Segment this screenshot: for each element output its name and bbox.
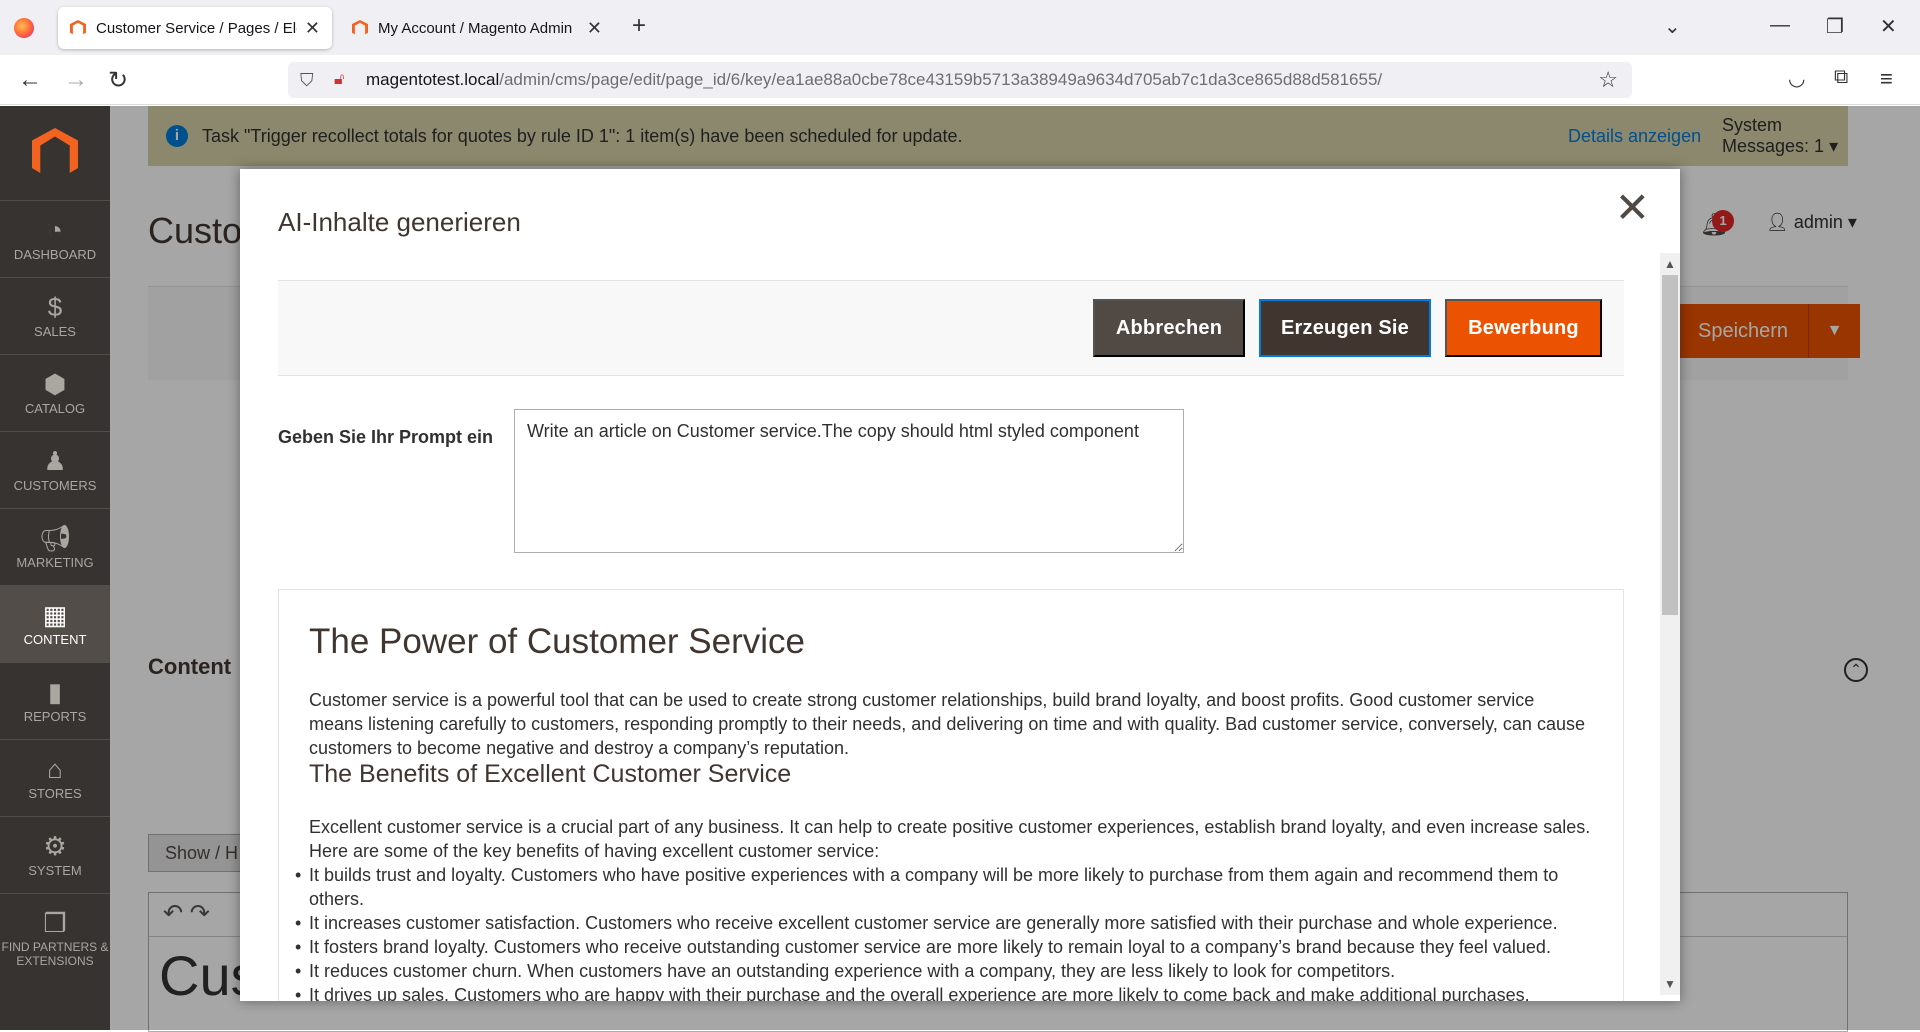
sidebar-item-dashboard[interactable]: ◔ DASHBOARD	[0, 200, 110, 277]
prompt-label: Geben Sie Ihr Prompt ein	[278, 427, 494, 447]
url-host: magentotest.local	[366, 70, 500, 89]
shield-icon[interactable]: ⛉	[300, 70, 320, 91]
list-item: It drives up sales. Customers who are ha…	[295, 983, 1593, 1001]
magento-favicon-icon	[352, 20, 368, 35]
sidebar-item-label: DASHBOARD	[13, 247, 97, 262]
apply-button[interactable]: Bewerbung	[1445, 299, 1602, 357]
sidebar-item-label: CUSTOMERS	[13, 478, 97, 493]
prompt-textarea[interactable]: Write an article on Customer service.The…	[514, 409, 1184, 553]
window-close-icon[interactable]: ✕	[1880, 14, 1897, 39]
sidebar-item-marketing[interactable]: 📢︎ MARKETING	[0, 508, 110, 585]
sidebar-item-label: CATALOG	[24, 401, 86, 416]
url-path: /admin/cms/page/edit/page_id/6/key/ea1ae…	[499, 70, 1383, 89]
magento-favicon-icon	[70, 20, 86, 35]
sidebar-item-label: MARKETING	[16, 555, 94, 570]
back-arrow-icon[interactable]: ←	[18, 66, 42, 94]
url-bar[interactable]: ⛉ 🔓︎ magentotest.local/admin/cms/page/ed…	[288, 62, 1632, 98]
result-heading: The Power of Customer Service	[309, 622, 806, 661]
cube-icon: ⬢	[43, 369, 67, 399]
browser-tab-bar: Customer Service / Pages / Elements ✕ My…	[0, 0, 1920, 55]
sidebar-item-reports[interactable]: ▮ REPORTS	[0, 662, 110, 739]
insecure-lock-icon[interactable]: 🔓︎	[334, 71, 354, 89]
sidebar-item-catalog[interactable]: ⬢ CATALOG	[0, 354, 110, 431]
gear-icon: ⚙	[43, 831, 67, 861]
store-icon: ⌂	[47, 754, 63, 784]
tab-title: My Account / Magento Admin	[378, 19, 573, 37]
result-paragraph: Excellent customer service is a crucial …	[309, 817, 1591, 861]
sidebar-item-system[interactable]: ⚙ SYSTEM	[0, 816, 110, 893]
magento-logo-icon[interactable]	[32, 128, 78, 173]
firefox-logo-icon[interactable]	[14, 18, 34, 38]
person-icon: ♟	[43, 446, 67, 476]
tab-close-icon[interactable]: ✕	[305, 18, 320, 39]
sidebar-item-label: SYSTEM	[28, 863, 82, 878]
admin-sidebar: ◔ DASHBOARD $ SALES ⬢ CATALOG ♟ CUSTOMER…	[0, 106, 110, 1030]
generate-button[interactable]: Erzeugen Sie	[1259, 299, 1431, 357]
sidebar-item-customers[interactable]: ♟ CUSTOMERS	[0, 431, 110, 508]
browser-nav-bar: ← → ↻ ⛉ 🔓︎ magentotest.local/admin/cms/p…	[0, 55, 1920, 105]
cancel-button[interactable]: Abbrechen	[1093, 299, 1245, 357]
scroll-up-icon[interactable]: ▲	[1664, 257, 1676, 271]
scroll-down-icon[interactable]: ▼	[1664, 977, 1676, 991]
new-tab-icon[interactable]: +	[632, 12, 646, 40]
list-item: It builds trust and loyalty. Customers w…	[295, 863, 1593, 911]
tab-close-icon[interactable]: ✕	[587, 18, 602, 39]
bar-chart-icon: ▮	[47, 677, 63, 707]
forward-arrow-icon[interactable]: →	[64, 66, 88, 94]
generated-content-preview[interactable]: The Power of Customer Service Customer s…	[278, 589, 1624, 1001]
sidebar-item-label: FIND PARTNERS & EXTENSIONS	[1, 940, 109, 968]
minimize-icon[interactable]: —	[1770, 14, 1790, 37]
result-paragraph: Customer service is a powerful tool that…	[309, 690, 1585, 758]
sidebar-item-sales[interactable]: $ SALES	[0, 277, 110, 354]
bookmark-star-icon[interactable]: ☆	[1598, 67, 1618, 93]
modal-actions-bar: Abbrechen Erzeugen Sie Bewerbung	[278, 280, 1624, 376]
tab-customer-service[interactable]: Customer Service / Pages / Elements ✕	[58, 7, 332, 49]
sidebar-item-partners[interactable]: ❒ FIND PARTNERS & EXTENSIONS	[0, 893, 110, 993]
modal-scrollbar[interactable]: ▲ ▼	[1660, 253, 1680, 995]
result-subheading: The Benefits of Excellent Customer Servi…	[309, 760, 792, 788]
boxes-icon: ❒	[43, 908, 67, 938]
modal-title: AI-Inhalte generieren	[278, 207, 521, 237]
pocket-icon[interactable]: ◡	[1788, 66, 1805, 91]
tab-list-chevron-icon[interactable]: ⌄	[1664, 14, 1681, 39]
scrollbar-thumb[interactable]	[1662, 275, 1678, 615]
sidebar-item-content[interactable]: ▦ CONTENT	[0, 585, 110, 662]
dollar-icon: $	[47, 292, 63, 322]
dashboard-icon: ◔	[47, 215, 63, 245]
extensions-icon[interactable]: ⧉	[1834, 66, 1848, 89]
sidebar-item-label: CONTENT	[23, 632, 87, 647]
sidebar-item-label: REPORTS	[23, 709, 87, 724]
restore-icon[interactable]: ❐	[1826, 14, 1844, 39]
tab-my-account[interactable]: My Account / Magento Admin ✕	[340, 7, 614, 49]
sidebar-item-label: SALES	[34, 324, 76, 339]
tab-title: Customer Service / Pages / Elements	[96, 19, 297, 37]
megaphone-icon: 📢︎	[38, 523, 72, 553]
layout-icon: ▦	[42, 600, 68, 630]
ai-content-modal: AI-Inhalte generieren ✕ ▲ ▼ Abbrechen Er…	[240, 169, 1680, 1001]
sidebar-item-label: STORES	[28, 786, 82, 801]
menu-hamburger-icon[interactable]: ≡	[1880, 66, 1893, 92]
sidebar-item-stores[interactable]: ⌂ STORES	[0, 739, 110, 816]
list-item: It increases customer satisfaction. Cust…	[295, 911, 1593, 935]
reload-icon[interactable]: ↻	[108, 66, 128, 95]
benefits-list: It builds trust and loyalty. Customers w…	[295, 863, 1593, 1001]
close-icon[interactable]: ✕	[1615, 187, 1650, 229]
list-item: It fosters brand loyalty. Customers who …	[295, 935, 1593, 959]
list-item: It reduces customer churn. When customer…	[295, 959, 1593, 983]
